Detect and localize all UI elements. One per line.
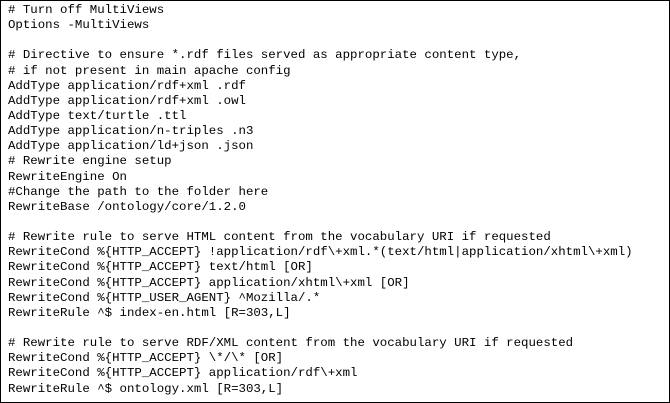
code-line: # Rewrite rule to serve HTML content fro…	[8, 230, 551, 245]
code-line: RewriteCond %{HTTP_ACCEPT} application/x…	[8, 275, 410, 290]
code-panel: # Turn off MultiViews Options -MultiView…	[0, 0, 670, 403]
code-line: Options -MultiViews	[8, 18, 150, 33]
code-line: # Directive to ensure *.rdf files served…	[8, 48, 522, 63]
code-line: # if not present in main apache config	[8, 63, 291, 78]
code-line: RewriteCond %{HTTP_USER_AGENT} ^Mozilla/…	[8, 290, 321, 305]
code-lines: # Turn off MultiViews Options -MultiView…	[8, 3, 669, 397]
code-line: AddType application/n-triples .n3	[8, 124, 254, 139]
code-line: RewriteRule ^$ ontology.xml [R=303,L]	[8, 381, 284, 396]
code-line: RewriteCond %{HTTP_ACCEPT} \*/\* [OR]	[8, 351, 284, 366]
code-line: RewriteRule ^$ index-en.html [R=303,L]	[8, 305, 291, 320]
code-line: # Rewrite engine setup	[8, 154, 172, 169]
code-line: RewriteCond %{HTTP_ACCEPT} text/html [OR…	[8, 260, 313, 275]
code-line: AddType application/ld+json .json	[8, 139, 254, 154]
code-line: # Turn off MultiViews	[8, 3, 165, 17]
code-line: # Rewrite rule to serve RDF/XML content …	[8, 336, 574, 351]
code-line: RewriteBase /ontology/core/1.2.0	[8, 199, 246, 214]
code-line: AddType application/rdf+xml .rdf	[8, 78, 246, 93]
code-line: #Change the path to the folder here	[8, 184, 269, 199]
code-line: RewriteEngine On	[8, 169, 127, 184]
code-line: AddType text/turtle .ttl	[8, 108, 187, 123]
code-line: AddType application/rdf+xml .owl	[8, 93, 246, 108]
code-line: RewriteCond %{HTTP_ACCEPT} application/r…	[8, 366, 358, 381]
code-line: RewriteCond %{HTTP_ACCEPT} !application/…	[8, 245, 633, 260]
